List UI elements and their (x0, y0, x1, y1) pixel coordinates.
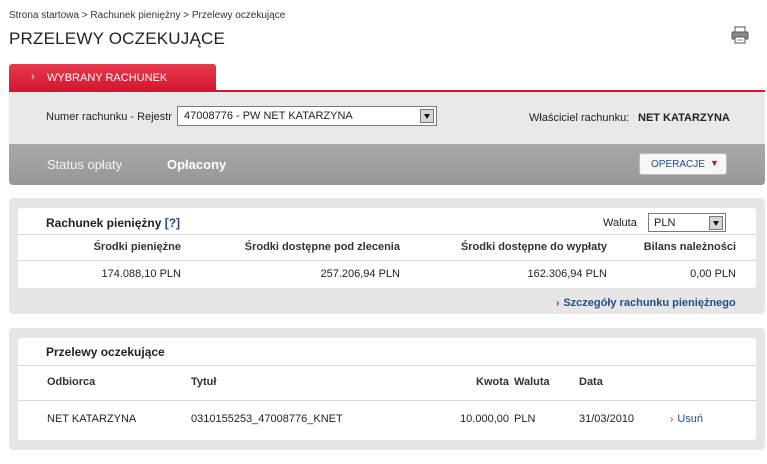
chevron-right-icon: › (556, 298, 560, 309)
table-header-band (18, 365, 756, 401)
account-number-label: Numer rachunku - Rejestr (46, 111, 172, 123)
fee-status-label: Status opłaty (47, 157, 123, 172)
column-header: Środki dostępne pod zlecenia (244, 241, 400, 253)
cash-account-card: Rachunek pieniężny [?] Waluta PLN Środki… (18, 208, 756, 288)
column-header-currency: Waluta (514, 376, 550, 388)
dropdown-arrow-icon[interactable] (420, 109, 434, 123)
cash-value: 0,00 PLN (690, 268, 736, 280)
column-header-amount: Kwota (476, 376, 509, 388)
column-header-recipient: Odbiorca (47, 376, 96, 388)
status-bar: Status opłaty Opłacony OPERACJE ▼ (9, 144, 765, 185)
row-recipient: NET KATARZYNA (47, 413, 137, 425)
cash-value: 174.088,10 PLN (101, 268, 181, 280)
account-select-value: 47008776 - PW NET KATARZYNA (184, 110, 353, 122)
pending-transfers-title: Przelewy oczekujące (46, 345, 165, 359)
chevron-right-icon: › (31, 71, 35, 83)
column-header: Środki pieniężne (93, 241, 181, 253)
help-link[interactable]: [?] (165, 216, 180, 230)
page-title: PRZELEWY OCZEKUJĄCE (9, 29, 226, 48)
breadcrumb: Strona startowa > Rachunek pieniężny > P… (9, 10, 286, 21)
cash-value: 257.206,94 PLN (320, 268, 400, 280)
column-header: Bilans należności (643, 241, 736, 253)
tab-label: WYBRANY RACHUNEK (47, 72, 168, 84)
divider (18, 234, 756, 235)
divider (18, 260, 756, 261)
row-amount: 10.000,00 (460, 413, 509, 425)
operations-button[interactable]: OPERACJE ▼ (639, 153, 727, 175)
currency-select-value: PLN (654, 217, 676, 229)
row-date: 31/03/2010 (579, 413, 635, 425)
pending-transfers-card: Przelewy oczekujące Odbiorca Tytuł Kwota… (18, 338, 756, 440)
row-title: 0310155253_47008776_KNET (191, 413, 343, 425)
chevron-down-icon: ▼ (710, 158, 719, 168)
column-header-date: Data (579, 376, 603, 388)
account-bar: Numer rachunku - Rejestr 47008776 - PW N… (9, 92, 765, 144)
tab-selected-account[interactable]: › WYBRANY RACHUNEK (9, 64, 216, 91)
cash-value: 162.306,94 PLN (527, 268, 607, 280)
owner-value: NET KATARZYNA (638, 112, 730, 124)
currency-select[interactable]: PLN (648, 213, 726, 232)
dropdown-arrow-icon[interactable] (709, 216, 723, 230)
account-select[interactable]: 47008776 - PW NET KATARZYNA (177, 106, 437, 126)
delete-link-text: Usuń (677, 413, 704, 425)
cash-account-title: Rachunek pieniężny [?] (46, 216, 180, 230)
currency-label: Waluta (603, 217, 637, 229)
details-link-text: Szczegóły rachunku pieniężnego (563, 297, 736, 309)
cash-account-details-link[interactable]: › Szczegóły rachunku pieniężnego (556, 297, 736, 309)
column-header-title: Tytuł (191, 376, 217, 388)
printer-icon[interactable] (730, 25, 750, 45)
row-currency: PLN (514, 413, 536, 425)
pending-transfers-panel: Przelewy oczekujące Odbiorca Tytuł Kwota… (9, 328, 765, 450)
cash-account-title-text: Rachunek pieniężny (46, 216, 162, 230)
delete-link[interactable]: › Usuń (670, 413, 703, 425)
column-header: Środki dostępne do wypłaty (460, 241, 607, 253)
owner-label: Właściciel rachunku: (529, 112, 630, 124)
fee-status-value: Opłacony (167, 157, 227, 172)
operations-label: OPERACJE (651, 159, 705, 170)
chevron-right-icon: › (670, 414, 674, 425)
